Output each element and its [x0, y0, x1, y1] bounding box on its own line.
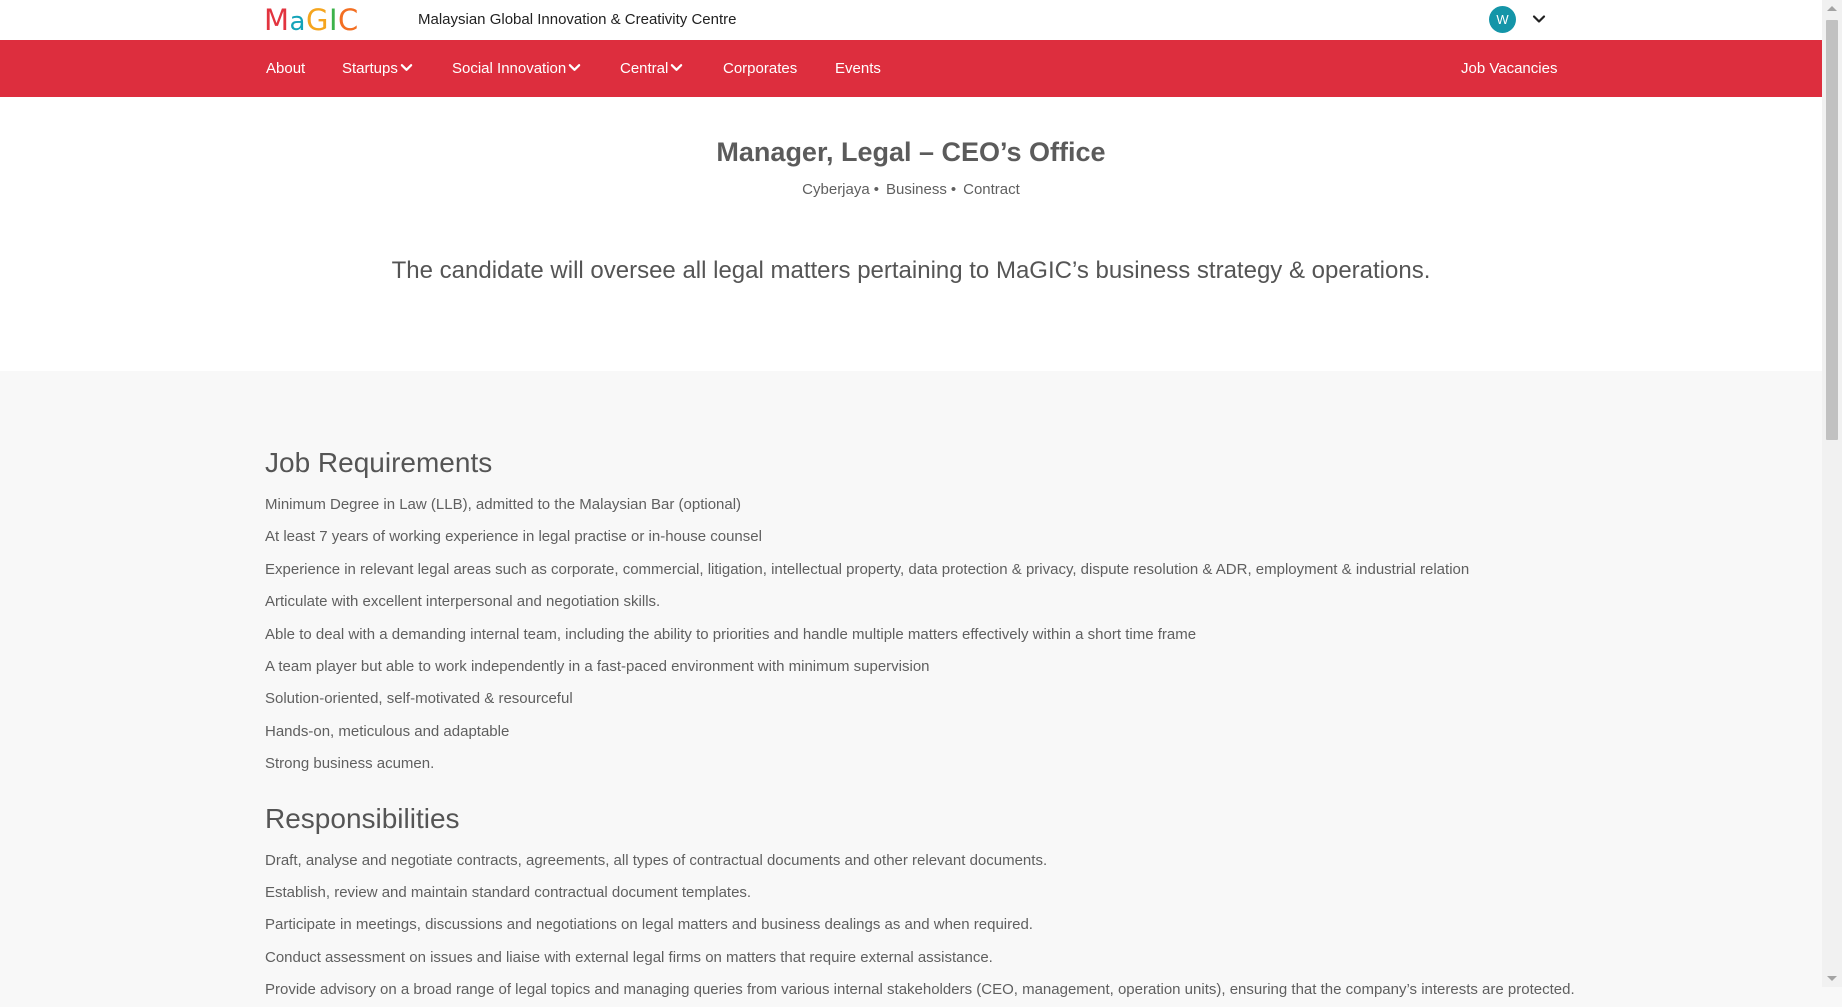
nav-social-innovation[interactable]: Social Innovation — [452, 40, 581, 97]
nav-startups[interactable]: Startups — [342, 40, 413, 97]
meta-separator: • — [950, 181, 957, 198]
list-item: Establish, review and maintain standard … — [265, 884, 752, 902]
org-name: Malaysian Global Innovation & Creativity… — [418, 11, 737, 28]
responsibilities-list: Draft, analyse and negotiate contracts, … — [265, 845, 1575, 1007]
responsibilities-heading: Responsibilities — [265, 802, 460, 834]
requirements-heading: Job Requirements — [265, 447, 493, 478]
list-item: A team player but able to work independe… — [265, 658, 930, 676]
job-title: Manager, Legal – CEO’s Office — [716, 137, 1106, 167]
list-item: At least 7 years of working experience i… — [265, 528, 762, 546]
list-item: Conduct assessment on issues and liaise … — [265, 948, 993, 966]
list-item: Solution-oriented, self-motivated & reso… — [265, 690, 573, 708]
logo-letter-a: a — [289, 7, 306, 37]
job-meta: Cyberjaya • Business • Contract — [0, 181, 1822, 198]
list-item: Experience in relevant legal areas such … — [265, 560, 1470, 578]
job-department: Business — [885, 181, 947, 198]
top-bar: MaGIC Malaysian Global Innovation & Crea… — [0, 0, 1822, 40]
scrollbar-thumb[interactable] — [1826, 20, 1838, 440]
main-nav: About Startups Social Innovation Central… — [0, 40, 1822, 97]
logo-letter-m: M — [264, 3, 290, 37]
list-item: Strong business acumen. — [265, 755, 435, 773]
chevron-down-icon[interactable] — [1531, 11, 1547, 27]
chevron-down-icon — [568, 64, 581, 71]
magic-logo[interactable]: MaGIC — [264, 3, 359, 37]
nav-corporates[interactable]: Corporates — [723, 40, 797, 97]
list-item: Articulate with excellent interpersonal … — [265, 593, 661, 611]
logo-letter-i: I — [328, 3, 339, 37]
scrollbar[interactable] — [1822, 0, 1842, 987]
logo-letter-c: C — [338, 3, 359, 37]
nav-job-vacancies-label: Job Vacancies — [1461, 60, 1558, 77]
nav-central[interactable]: Central — [620, 40, 683, 97]
nav-about-label: About — [266, 60, 306, 77]
job-summary: The candidate will oversee all legal mat… — [391, 257, 1431, 284]
nav-events-label: Events — [835, 60, 881, 77]
list-item: Hands-on, meticulous and adaptable — [265, 722, 510, 740]
job-type: Contract — [963, 181, 1020, 198]
avatar[interactable]: W — [1489, 6, 1516, 33]
scroll-down-icon[interactable] — [1827, 976, 1837, 981]
job-location: Cyberjaya — [802, 181, 870, 198]
list-item: Able to deal with a demanding internal t… — [265, 625, 1197, 643]
nav-events[interactable]: Events — [835, 40, 881, 97]
logo-letter-g: G — [305, 3, 329, 37]
list-item: Provide advisory on a broad range of leg… — [265, 981, 1575, 999]
chevron-down-icon — [400, 64, 413, 71]
chevron-down-icon — [671, 64, 683, 71]
list-item: Minimum Degree in Law (LLB), admitted to… — [265, 496, 742, 513]
list-item: Draft, analyse and negotiate contracts, … — [265, 851, 1048, 869]
job-header: Manager, Legal – CEO’s Office Cyberjaya •… — [0, 97, 1822, 371]
scroll-up-icon[interactable] — [1827, 6, 1837, 11]
nav-job-vacancies[interactable]: Job Vacancies — [1461, 40, 1557, 97]
meta-separator: • — [873, 181, 879, 198]
nav-social-innovation-label: Social Innovation — [452, 60, 567, 77]
list-item: Participate in meetings, discussions and… — [265, 916, 1033, 934]
nav-startups-label: Startups — [342, 60, 398, 77]
job-details: Job Requirements Minimum Degree in Law (… — [265, 443, 1575, 1007]
nav-corporates-label: Corporates — [723, 60, 798, 77]
nav-about[interactable]: About — [266, 40, 305, 97]
requirements-list: Minimum Degree in Law (LLB), admitted to… — [265, 489, 1565, 781]
nav-central-label: Central — [620, 60, 669, 77]
